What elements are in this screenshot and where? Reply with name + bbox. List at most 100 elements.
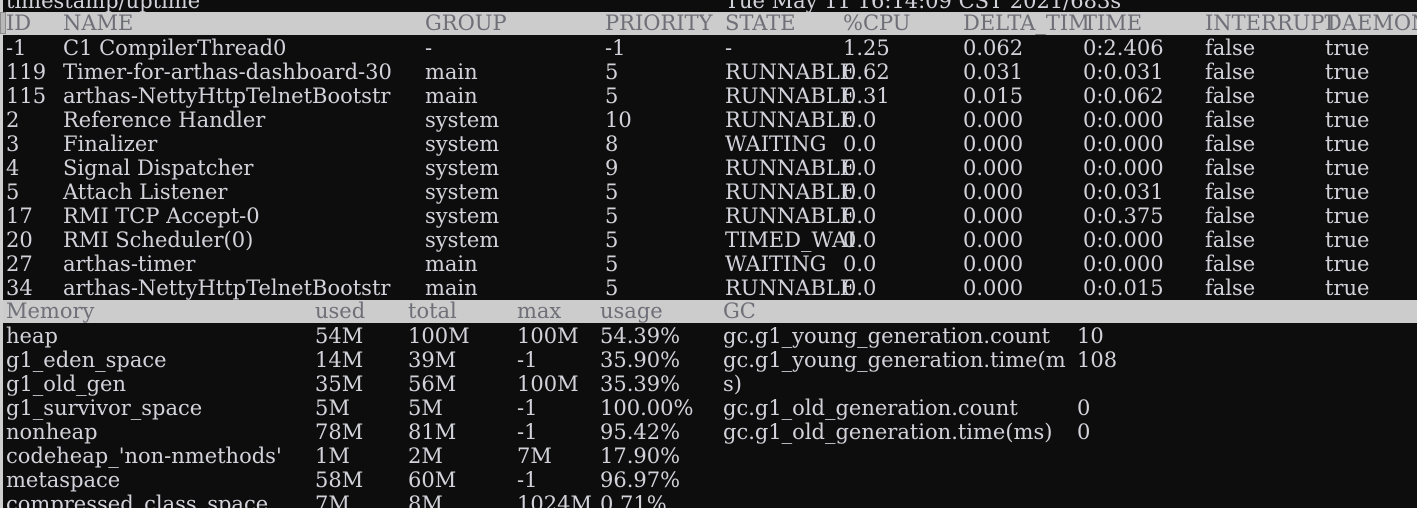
thread-col-state: STATE — [725, 11, 796, 35]
thread-cell-state: RUNNABLE — [725, 276, 856, 300]
gc-entry-row[interactable]: gc.g1_old_generation.time(ms) 0 — [0, 420, 1417, 444]
thread-cell-name: Timer-for-arthas-dashboard-30 — [63, 60, 392, 84]
thread-cell-cpu: 0.0 — [843, 204, 877, 228]
thread-table-row[interactable]: 2 Reference Handler system 10 RUNNABLE 0.0 0.0… — [0, 108, 1417, 132]
memory-cell-used: 7M — [315, 492, 350, 508]
memory-cell-max: 7M — [517, 444, 552, 468]
thread-col-time: TIME — [1083, 11, 1143, 35]
thread-cell-state: RUNNABLE — [725, 108, 856, 132]
thread-cell-id: 27 — [6, 252, 33, 276]
thread-cell-group: system — [425, 228, 500, 252]
thread-cell-daemon: true — [1325, 204, 1370, 228]
thread-table-row[interactable]: 4 Signal Dispatcher system 9 RUNNABLE 0.0 0.00… — [0, 156, 1417, 180]
thread-table-row[interactable]: 119 Timer-for-arthas-dashboard-30 main 5 RUN… — [0, 60, 1417, 84]
thread-cell-priority: 10 — [605, 108, 632, 132]
gc-entry-row[interactable]: gc.g1_young_generation.count 10 — [0, 324, 1417, 348]
thread-cell-group: system — [425, 156, 500, 180]
thread-col-cpu: %CPU — [843, 11, 911, 35]
thread-cell-name: Reference Handler — [63, 108, 266, 132]
thread-cell-cpu: 0.0 — [843, 156, 877, 180]
thread-cell-state: - — [725, 36, 733, 60]
thread-cell-daemon: true — [1325, 60, 1370, 84]
thread-cell-daemon: true — [1325, 108, 1370, 132]
gc-entry-row[interactable]: gc.g1_old_generation.count 0 — [0, 396, 1417, 420]
thread-cell-delta-tim: 0.000 — [963, 108, 1024, 132]
thread-cell-id: 34 — [6, 276, 33, 300]
memory-col-total: total — [408, 299, 457, 323]
thread-cell-daemon: true — [1325, 228, 1370, 252]
thread-cell-time: 0:0.000 — [1083, 228, 1164, 252]
thread-cell-cpu: 0.62 — [843, 60, 890, 84]
thread-cell-state: RUNNABLE — [725, 84, 856, 108]
thread-cell-interrupt: false — [1205, 132, 1256, 156]
thread-cell-interrupt: false — [1205, 180, 1256, 204]
thread-cell-daemon: true — [1325, 84, 1370, 108]
thread-cell-interrupt: false — [1205, 156, 1256, 180]
thread-cell-interrupt: false — [1205, 204, 1256, 228]
thread-cell-delta-tim: 0.000 — [963, 276, 1024, 300]
thread-cell-daemon: true — [1325, 132, 1370, 156]
thread-cell-cpu: 0.0 — [843, 252, 877, 276]
thread-table-row[interactable]: 34 arthas-NettyHttpTelnetBootstr main 5 RUNN… — [0, 276, 1417, 300]
thread-cell-name: arthas-NettyHttpTelnetBootstr — [63, 276, 391, 300]
thread-col-group: GROUP — [425, 11, 507, 35]
memory-cell-usage: 0.71% — [600, 492, 667, 508]
thread-cell-state: RUNNABLE — [725, 180, 856, 204]
thread-cell-id: -1 — [6, 36, 27, 60]
gc-entry-row[interactable]: gc.g1_young_generation.time(m 108 — [0, 348, 1417, 372]
scrollbar-track[interactable] — [0, 0, 3, 508]
thread-col-id: ID — [6, 11, 32, 35]
thread-table-row[interactable]: 17 RMI TCP Accept-0 system 5 RUNNABLE 0.0 0.00… — [0, 204, 1417, 228]
thread-col-daemon: DAEMON — [1325, 11, 1417, 35]
thread-cell-cpu: 0.0 — [843, 108, 877, 132]
thread-cell-interrupt: false — [1205, 108, 1256, 132]
thread-cell-time: 0:0.015 — [1083, 276, 1164, 300]
thread-cell-group: main — [425, 252, 478, 276]
thread-cell-id: 119 — [6, 60, 47, 84]
thread-table-row[interactable]: 5 Attach Listener system 5 RUNNABLE 0.0 0.000 0… — [0, 180, 1417, 204]
thread-col-priority: PRIORITY — [605, 11, 713, 35]
thread-col-interrupt: INTERRUPT — [1205, 11, 1339, 35]
gc-entry-label-continuation: s) — [723, 372, 742, 396]
thread-cell-priority: 5 — [605, 180, 619, 204]
thread-cell-state: TIMED_WAI — [725, 228, 856, 252]
arthas-dashboard-terminal: timestamp/uptime Tue May 11 16:14:09 CST… — [0, 0, 1417, 508]
thread-cell-cpu: 1.25 — [843, 36, 890, 60]
thread-table-row[interactable]: 115 arthas-NettyHttpTelnetBootstr main 5 RUN… — [0, 84, 1417, 108]
thread-cell-id: 115 — [6, 84, 47, 108]
memory-table-row[interactable]: codeheap_'non-nmethods' 1M 2M 7M 17.90% — [0, 444, 1417, 468]
thread-cell-daemon: true — [1325, 36, 1370, 60]
memory-table-row[interactable]: metaspace 58M 60M -1 96.97% — [0, 468, 1417, 492]
gc-entry-label-wrap: s) — [0, 372, 1417, 396]
memory-cell-max: -1 — [517, 468, 538, 492]
thread-cell-delta-tim: 0.062 — [963, 36, 1024, 60]
thread-cell-state: RUNNABLE — [725, 204, 856, 228]
memory-cell-name: metaspace — [6, 468, 121, 492]
thread-cell-delta-tim: 0.031 — [963, 60, 1024, 84]
thread-cell-id: 5 — [6, 180, 20, 204]
thread-table-row[interactable]: 27 arthas-timer main 5 WAITING 0.0 0.000 0:0.00… — [0, 252, 1417, 276]
thread-col-delta-tim: DELTA_TIM — [963, 11, 1090, 35]
thread-cell-name: C1 CompilerThread0 — [63, 36, 287, 60]
thread-table-row[interactable]: 3 Finalizer system 8 WAITING 0.0 0.000 0:0.000 f… — [0, 132, 1417, 156]
thread-cell-group: system — [425, 204, 500, 228]
thread-table-row[interactable]: 20 RMI Scheduler(0) system 5 TIMED_WAI 0.0 0.0… — [0, 228, 1417, 252]
gc-entry-label: gc.g1_young_generation.time(m — [723, 348, 1066, 372]
thread-cell-priority: 8 — [605, 132, 619, 156]
memory-cell-total: 2M — [408, 444, 443, 468]
thread-cell-priority: 5 — [605, 276, 619, 300]
thread-cell-priority: 5 — [605, 204, 619, 228]
thread-cell-group: main — [425, 84, 478, 108]
thread-cell-time: 0:0.031 — [1083, 60, 1164, 84]
thread-cell-time: 0:0.000 — [1083, 132, 1164, 156]
memory-cell-name: codeheap_'non-nmethods' — [6, 444, 282, 468]
thread-cell-time: 0:0.031 — [1083, 180, 1164, 204]
memory-table-row[interactable]: compressed_class_space 7M 8M 1024M 0.71% — [0, 492, 1417, 508]
thread-cell-state: WAITING — [725, 132, 827, 156]
thread-cell-delta-tim: 0.000 — [963, 180, 1024, 204]
thread-cell-group: system — [425, 132, 500, 156]
thread-table-row[interactable]: -1 C1 CompilerThread0 - -1 - 1.25 0.062 0:2.406… — [0, 36, 1417, 60]
scrollbar-thumb[interactable] — [0, 12, 6, 34]
thread-cell-time: 0:2.406 — [1083, 36, 1164, 60]
memory-cell-usage: 17.90% — [600, 444, 681, 468]
